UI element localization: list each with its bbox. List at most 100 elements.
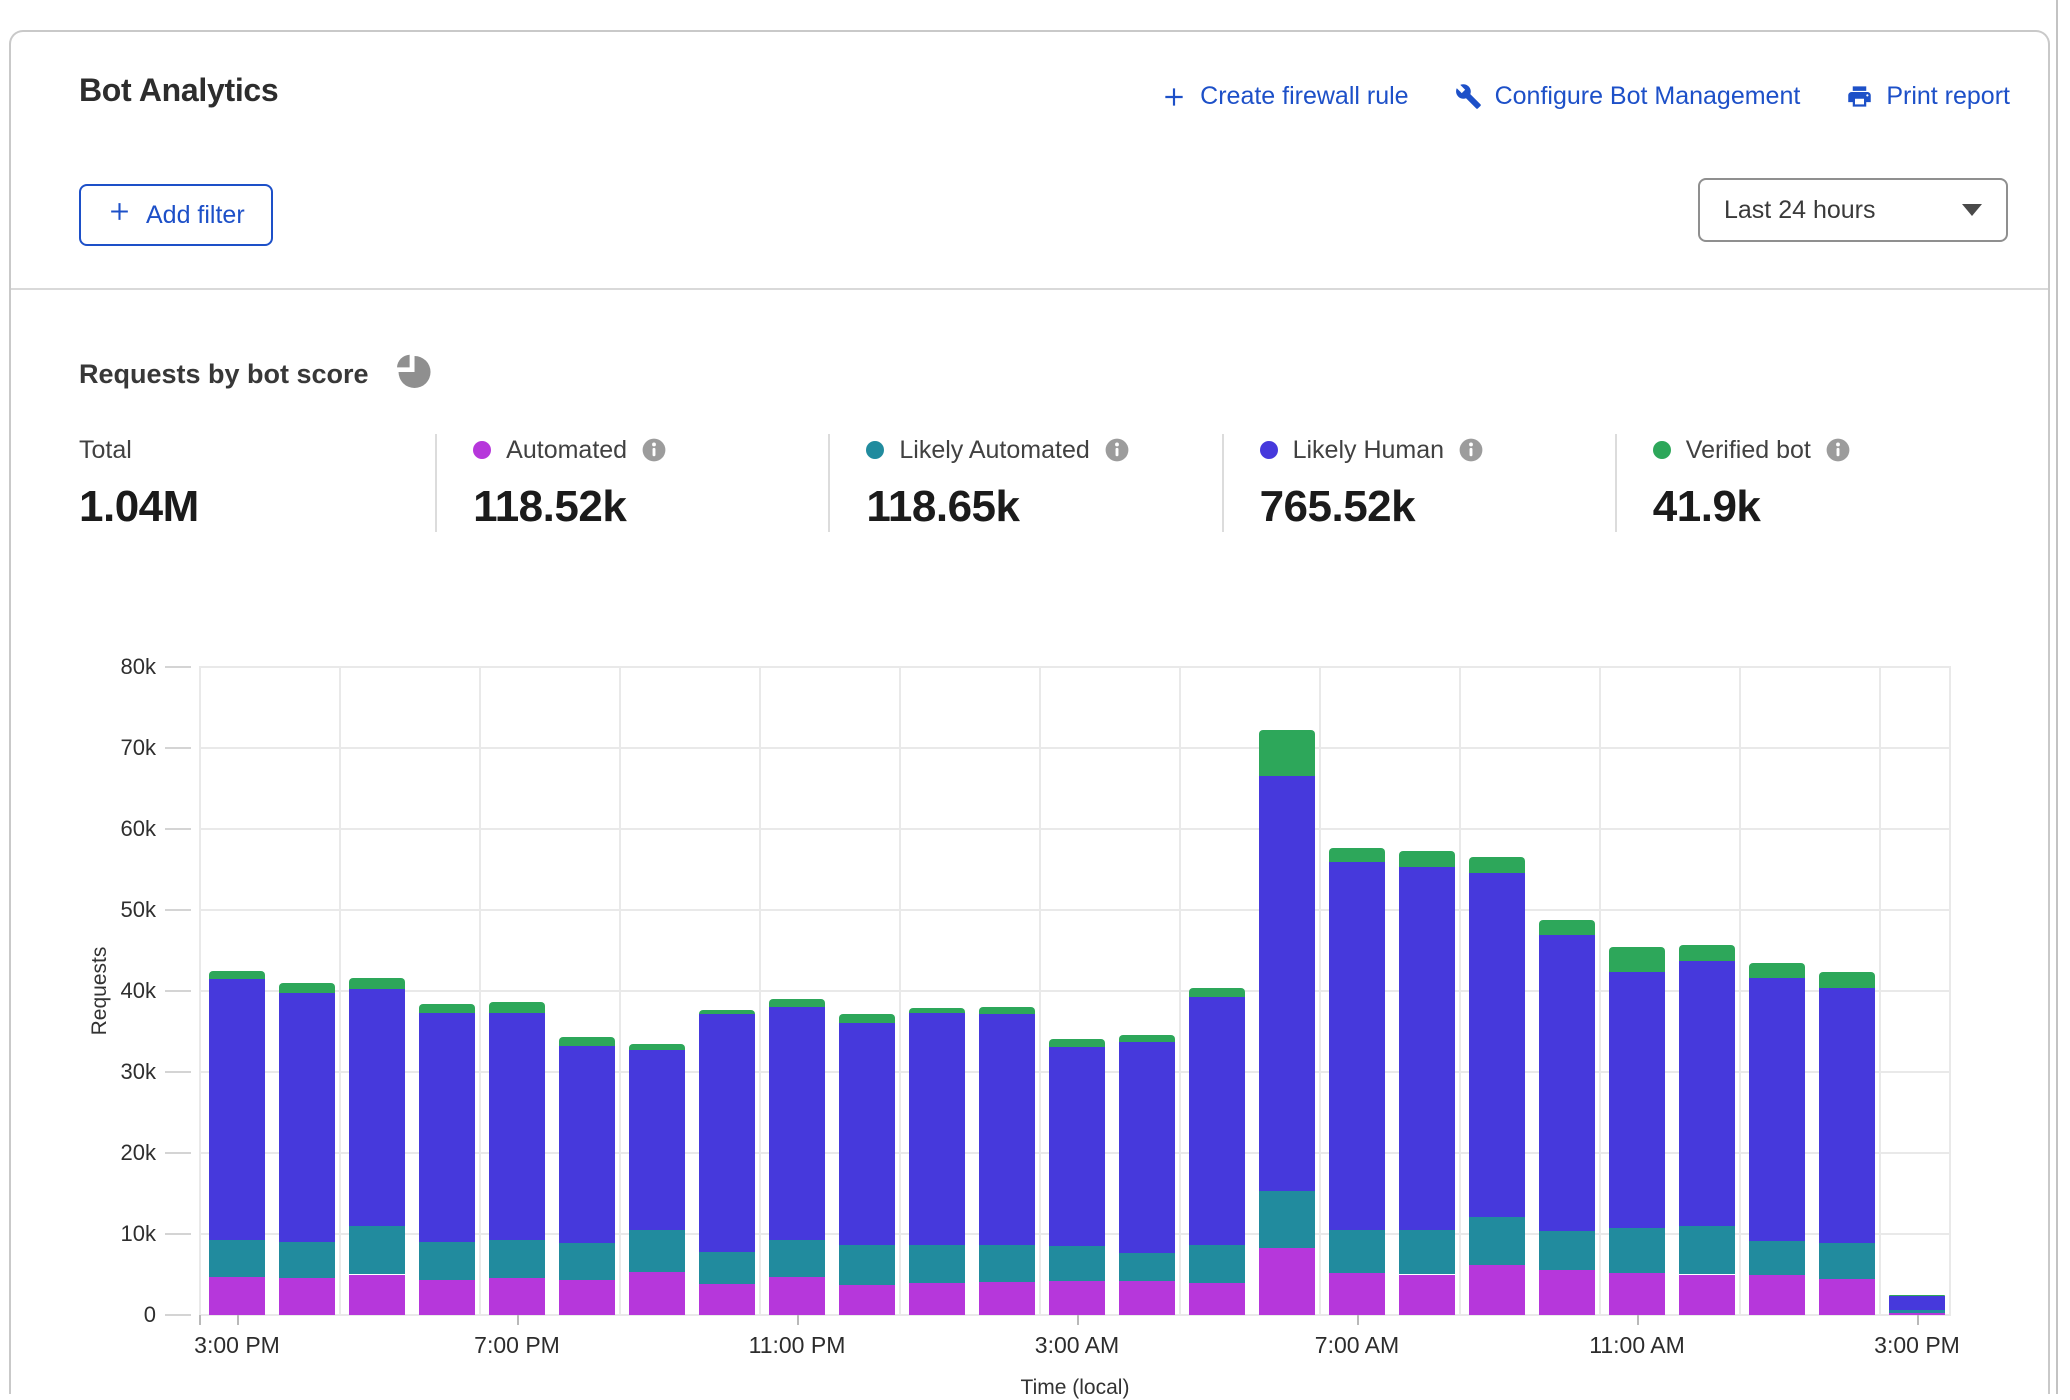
bar-segment-likely-human[interactable] [629,1050,685,1230]
bar-segment-likely-automated[interactable] [1259,1191,1315,1248]
bar-segment-likely-human[interactable] [279,993,335,1242]
bar-segment-likely-automated[interactable] [979,1245,1035,1281]
bar-segment-likely-automated[interactable] [1889,1310,1945,1312]
bar-segment-verified-bot[interactable] [909,1008,965,1013]
bar-segment-automated[interactable] [699,1284,755,1315]
bar-segment-verified-bot[interactable] [489,1002,545,1013]
bar-segment-likely-automated[interactable] [1119,1253,1175,1281]
bar-segment-likely-human[interactable] [1259,776,1315,1191]
bar-segment-verified-bot[interactable] [1819,972,1875,987]
bar-segment-likely-automated[interactable] [419,1242,475,1280]
bar-segment-verified-bot[interactable] [419,1004,475,1013]
bar-segment-automated[interactable] [1469,1265,1525,1315]
print-report-link[interactable]: Print report [1846,82,2010,111]
bar-segment-likely-automated[interactable] [489,1240,545,1277]
bar-segment-automated[interactable] [769,1277,825,1315]
bar-segment-likely-automated[interactable] [209,1240,265,1277]
bar-segment-automated[interactable] [1609,1273,1665,1315]
bar-segment-verified-bot[interactable] [979,1007,1035,1014]
bar-segment-likely-human[interactable] [419,1013,475,1242]
bar-segment-likely-human[interactable] [1679,961,1735,1226]
bar-segment-verified-bot[interactable] [279,983,335,994]
bar-segment-automated[interactable] [559,1280,615,1315]
bar-segment-verified-bot[interactable] [1749,963,1805,978]
bar-segment-verified-bot[interactable] [699,1010,755,1015]
bar-segment-automated[interactable] [839,1285,895,1315]
bar-segment-likely-automated[interactable] [1469,1217,1525,1265]
bar-segment-verified-bot[interactable] [1609,947,1665,971]
bar-segment-likely-automated[interactable] [909,1245,965,1283]
bar-segment-likely-automated[interactable] [699,1252,755,1284]
bar-segment-likely-human[interactable] [489,1013,545,1241]
info-icon[interactable] [1826,438,1850,462]
bar-segment-likely-automated[interactable] [1749,1241,1805,1275]
bar-segment-automated[interactable] [489,1278,545,1315]
bar-segment-likely-automated[interactable] [1819,1243,1875,1279]
bar-segment-likely-automated[interactable] [1609,1228,1665,1273]
time-range-select[interactable]: Last 24 hours [1698,178,2008,242]
bar-segment-verified-bot[interactable] [1399,851,1455,867]
bar-segment-verified-bot[interactable] [1259,730,1315,776]
bar-segment-likely-human[interactable] [349,989,405,1226]
bar-segment-automated[interactable] [1049,1281,1105,1315]
bar-segment-likely-human[interactable] [1119,1042,1175,1253]
bar-segment-likely-human[interactable] [1189,997,1245,1245]
bar-segment-likely-automated[interactable] [1049,1246,1105,1281]
bar-segment-likely-automated[interactable] [1679,1226,1735,1275]
bar-segment-verified-bot[interactable] [1469,857,1525,872]
bar-segment-verified-bot[interactable] [1189,988,1245,998]
bar-segment-likely-automated[interactable] [1189,1245,1245,1282]
bar-segment-likely-automated[interactable] [559,1243,615,1280]
add-filter-button[interactable]: Add filter [79,184,273,246]
bar-segment-automated[interactable] [1679,1275,1735,1316]
bar-segment-automated[interactable] [1259,1248,1315,1315]
bar-segment-likely-human[interactable] [1609,972,1665,1228]
bar-segment-likely-human[interactable] [769,1007,825,1239]
bar-segment-likely-automated[interactable] [629,1230,685,1272]
bar-segment-verified-bot[interactable] [1539,920,1595,935]
bar-segment-verified-bot[interactable] [839,1014,895,1024]
bar-segment-likely-human[interactable] [1049,1047,1105,1246]
bar-segment-likely-human[interactable] [1889,1296,1945,1311]
bar-segment-verified-bot[interactable] [1889,1295,1945,1296]
bar-segment-likely-human[interactable] [909,1013,965,1245]
bar-segment-likely-human[interactable] [1819,988,1875,1243]
bar-segment-likely-human[interactable] [1469,873,1525,1217]
bar-segment-likely-human[interactable] [1539,935,1595,1231]
info-icon[interactable] [1459,438,1483,462]
bar-segment-verified-bot[interactable] [559,1037,615,1046]
bar-segment-automated[interactable] [1329,1273,1385,1315]
bar-segment-verified-bot[interactable] [349,978,405,989]
bar-segment-likely-automated[interactable] [1329,1230,1385,1273]
bar-segment-verified-bot[interactable] [209,971,265,979]
bar-segment-verified-bot[interactable] [1049,1039,1105,1047]
bar-segment-verified-bot[interactable] [1679,945,1735,961]
bar-segment-verified-bot[interactable] [1119,1035,1175,1042]
bar-segment-automated[interactable] [349,1275,405,1316]
bar-segment-automated[interactable] [279,1278,335,1315]
bar-segment-verified-bot[interactable] [769,999,825,1007]
bar-segment-likely-automated[interactable] [1539,1231,1595,1271]
bar-segment-automated[interactable] [1119,1281,1175,1315]
info-icon[interactable] [642,438,666,462]
bar-segment-verified-bot[interactable] [1329,848,1385,863]
bar-segment-likely-automated[interactable] [279,1242,335,1278]
bar-segment-automated[interactable] [1749,1275,1805,1315]
bar-segment-likely-automated[interactable] [349,1226,405,1275]
info-icon[interactable] [1105,438,1129,462]
bar-segment-likely-automated[interactable] [769,1240,825,1277]
bar-segment-automated[interactable] [1189,1283,1245,1315]
bar-segment-likely-human[interactable] [699,1014,755,1251]
bar-segment-automated[interactable] [209,1277,265,1315]
bar-segment-likely-human[interactable] [1399,867,1455,1230]
bar-segment-automated[interactable] [419,1280,475,1315]
bar-segment-automated[interactable] [909,1283,965,1315]
bar-segment-likely-automated[interactable] [1399,1230,1455,1275]
create-firewall-rule-link[interactable]: Create firewall rule [1161,82,1408,111]
bar-segment-likely-human[interactable] [979,1014,1035,1245]
bar-segment-likely-human[interactable] [559,1046,615,1243]
bar-segment-likely-human[interactable] [1329,862,1385,1230]
configure-bot-management-link[interactable]: Configure Bot Management [1455,82,1801,111]
bar-segment-automated[interactable] [979,1282,1035,1315]
bar-segment-automated[interactable] [1819,1279,1875,1315]
